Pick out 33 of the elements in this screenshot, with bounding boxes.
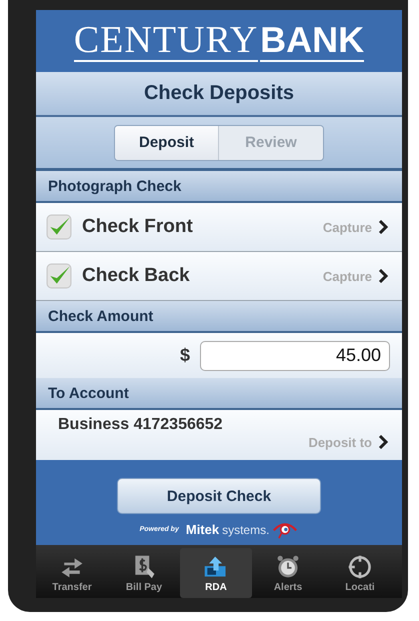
chevron-icon: [378, 220, 388, 234]
screen-title: Check Deposits: [144, 82, 294, 105]
section-title: To Account: [48, 384, 129, 402]
section-title: Check Amount: [48, 308, 154, 324]
segment-tab[interactable]: Deposit: [115, 126, 219, 160]
tab-bar-item[interactable]: Locati: [324, 548, 396, 598]
chevron-icon: [378, 269, 388, 283]
amount-field[interactable]: 45.00: [200, 340, 390, 370]
logo-text: CENTURY: [74, 20, 258, 62]
row-label: Check Back: [82, 265, 191, 287]
crosshair-icon: [347, 554, 373, 580]
tab-bar-item[interactable]: Alerts: [252, 548, 324, 598]
brand-text: systems.: [222, 522, 270, 536]
row-label: Check Front: [82, 216, 194, 238]
tab-bar-item[interactable]: Transfer: [36, 548, 108, 598]
section-title: Photograph Check: [48, 178, 182, 194]
checkbox[interactable]: [46, 263, 72, 289]
alarm-clock-icon: [275, 554, 301, 580]
currency-sign: $: [180, 345, 190, 366]
tab-bar-item[interactable]: RDA: [180, 548, 252, 598]
capture-row[interactable]: Check Back Capture: [36, 252, 402, 301]
row-action: Capture: [322, 220, 372, 234]
deposit-button[interactable]: Deposit Check: [117, 478, 321, 514]
checkbox[interactable]: [46, 214, 72, 240]
brand-text: Mitek: [186, 522, 220, 537]
chevron-icon: [378, 435, 388, 449]
tab-bar-item[interactable]: Bill Pay: [108, 548, 180, 598]
account-row[interactable]: Business 4172356652 Deposit to: [36, 410, 402, 460]
capture-row[interactable]: Check Front Capture: [36, 203, 402, 252]
row-action: Deposit to: [308, 434, 372, 450]
account-name: Business 4172356652: [58, 416, 223, 435]
row-action: Capture: [322, 268, 372, 284]
logo-text: BANK: [260, 20, 364, 62]
